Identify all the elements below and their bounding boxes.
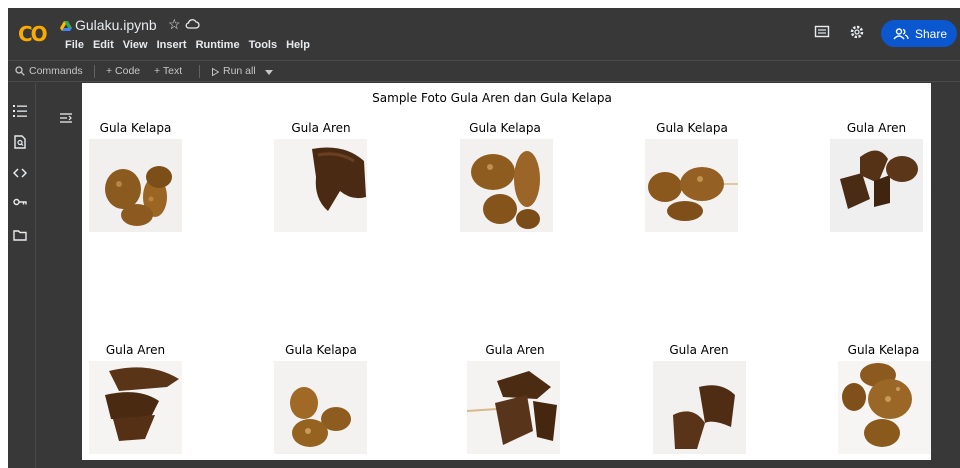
drive-icon	[60, 21, 72, 31]
image-subplot: Gula Aren	[644, 342, 754, 358]
image-subplot: Gula Aren	[460, 342, 570, 358]
share-label: Share	[915, 26, 948, 41]
image-label: Gula Aren	[105, 343, 166, 357]
image-label: Gula Kelapa	[99, 121, 172, 135]
image-label: Gula Kelapa	[469, 121, 541, 135]
star-icon[interactable]: ☆	[168, 16, 181, 33]
commands-button[interactable]: Commands	[29, 65, 83, 77]
cell-output-figure: Sample Foto Gula Aren dan Gula Kelapa Gu…	[82, 83, 931, 460]
cell-gutter	[36, 83, 82, 468]
image-label: Gula Aren	[485, 343, 545, 357]
image-subplot: Gula Aren	[82, 342, 192, 358]
image-label: Gula Aren	[669, 343, 729, 357]
toolbar-divider	[199, 65, 200, 78]
image-label: Gula Kelapa	[285, 343, 357, 357]
notebook-filename[interactable]: Gulaku.ipynb	[75, 17, 157, 33]
gula-aren-photo	[89, 361, 182, 454]
menu-view[interactable]: View	[123, 39, 148, 51]
settings-gear-icon[interactable]	[849, 24, 865, 40]
image-subplot: Gula Kelapa	[829, 342, 939, 358]
gula-aren-photo	[653, 361, 746, 454]
menu-bar: File Edit View Insert Runtime Tools Help	[65, 39, 319, 51]
image-label: Gula Aren	[846, 121, 907, 135]
find-replace-icon[interactable]	[13, 135, 27, 149]
menu-help[interactable]: Help	[286, 39, 310, 51]
add-code-button[interactable]: + Code	[106, 65, 140, 77]
image-label: Gula Kelapa	[656, 121, 728, 135]
page-background: CO Gulaku.ipynb ☆ File Edit View Insert …	[0, 0, 960, 468]
colab-window: CO Gulaku.ipynb ☆ File Edit View Insert …	[8, 8, 960, 468]
image-label: Gula Kelapa	[847, 343, 920, 357]
files-folder-icon[interactable]	[13, 228, 27, 242]
menu-tools[interactable]: Tools	[249, 39, 278, 51]
gula-kelapa-photo	[274, 361, 367, 454]
code-snippets-icon[interactable]	[13, 166, 27, 180]
figure-title: Sample Foto Gula Aren dan Gula Kelapa	[372, 91, 612, 105]
menu-file[interactable]: File	[65, 39, 84, 51]
menu-edit[interactable]: Edit	[93, 39, 114, 51]
image-label: Gula Aren	[291, 121, 351, 135]
people-icon	[893, 27, 909, 39]
image-subplot: Gula Kelapa	[637, 120, 747, 136]
image-subplot: Gula Kelapa	[266, 342, 376, 358]
toolbar-divider	[94, 65, 95, 78]
gula-aren-photo	[830, 139, 923, 232]
menu-runtime[interactable]: Runtime	[196, 39, 240, 51]
gula-aren-photo	[274, 139, 367, 232]
output-collapse-icon[interactable]	[59, 111, 73, 125]
gula-aren-photo	[467, 361, 560, 454]
gula-kelapa-photo	[645, 139, 738, 232]
menu-insert[interactable]: Insert	[157, 39, 187, 51]
toolbar: Commands + Code + Text Run all	[8, 60, 960, 82]
play-icon	[212, 68, 219, 76]
colab-logo[interactable]: CO	[18, 22, 56, 46]
gula-kelapa-photo	[838, 361, 931, 454]
gula-kelapa-photo	[460, 139, 553, 232]
cloud-saved-icon[interactable]	[185, 18, 200, 30]
header: CO Gulaku.ipynb ☆ File Edit View Insert …	[8, 8, 960, 60]
table-of-contents-icon[interactable]	[13, 104, 27, 118]
run-all-button[interactable]: Run all	[223, 65, 256, 77]
image-subplot: Gula Aren	[822, 120, 932, 136]
left-sidebar	[8, 83, 36, 468]
chevron-down-icon[interactable]	[265, 70, 273, 75]
search-icon	[15, 66, 25, 76]
share-button[interactable]: Share	[881, 20, 957, 47]
gula-kelapa-photo	[89, 139, 182, 232]
image-subplot: Gula Kelapa	[82, 120, 192, 136]
image-subplot: Gula Aren	[266, 120, 376, 136]
comment-icon[interactable]	[814, 25, 830, 39]
secrets-key-icon[interactable]	[13, 195, 27, 209]
right-gutter	[931, 83, 960, 468]
add-text-button[interactable]: + Text	[154, 65, 182, 77]
image-subplot: Gula Kelapa	[450, 120, 560, 136]
